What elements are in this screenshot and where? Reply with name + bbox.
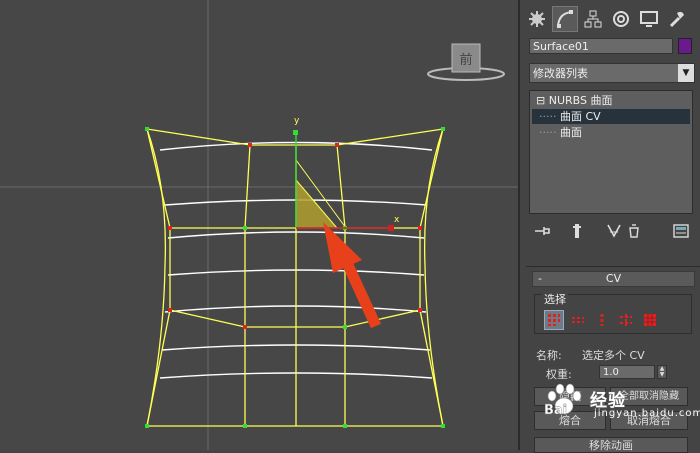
paw-logo-icon: Bai — [544, 383, 582, 418]
row-uv-icon — [620, 314, 632, 326]
hierarchy-icon — [584, 10, 602, 28]
baidu-jingyan-watermark: Bai 经验 jingyan.baidu.com — [540, 380, 700, 420]
weight-spinner[interactable]: ▲ ▼ — [657, 365, 667, 379]
collapse-rollout-icon[interactable]: - — [538, 272, 542, 286]
remove-modifier-icon[interactable] — [625, 222, 643, 240]
stack-item-surface[interactable]: ····· 曲面 — [532, 125, 690, 140]
modify-tab[interactable] — [552, 6, 578, 32]
select-all-cvs-button[interactable] — [640, 310, 660, 330]
modify-icon — [557, 10, 573, 28]
modifier-list-dropdown[interactable]: 修改器列表 ▼ — [529, 63, 695, 83]
utilities-icon — [669, 11, 684, 28]
create-icon — [529, 11, 545, 27]
utilities-tab[interactable] — [664, 6, 690, 32]
select-row-v-button[interactable] — [592, 310, 612, 330]
pin-stack-icon[interactable] — [533, 222, 551, 240]
viewport-canvas[interactable]: 前 y x — [0, 0, 518, 450]
row-u-icon — [572, 317, 584, 323]
object-name-field[interactable]: Surface01 — [529, 38, 673, 54]
create-tab[interactable] — [524, 6, 550, 32]
cv-rollout: - CV 选择 名称: 选定多个 CV 权重: 1.0 ▲ ▼ 隐藏 全部取消隐藏… — [526, 266, 700, 453]
rollout-header[interactable]: - CV — [532, 271, 695, 287]
motion-icon — [613, 11, 629, 27]
motion-tab[interactable] — [608, 6, 634, 32]
watermark-url: jingyan.baidu.com — [594, 408, 700, 419]
select-row-uv-button[interactable] — [616, 310, 636, 330]
single-cv-icon — [548, 314, 560, 326]
axis-y-label: y — [294, 116, 300, 126]
select-row-u-button[interactable] — [568, 310, 588, 330]
make-unique-icon[interactable] — [605, 222, 623, 240]
collapse-icon[interactable]: ⊟ — [536, 94, 545, 107]
viewcube[interactable]: 前 — [427, 43, 505, 81]
weight-field[interactable]: 1.0 — [599, 365, 655, 379]
display-tab[interactable] — [636, 6, 662, 32]
name-value: 选定多个 CV — [582, 349, 645, 362]
stack-item-surface-cv[interactable]: ····· 曲面 CV — [532, 109, 690, 124]
row-v-icon — [600, 314, 604, 326]
watermark-brand: Bai — [544, 403, 567, 418]
stack-toolbar — [529, 222, 695, 242]
display-icon — [640, 11, 658, 27]
hierarchy-tab[interactable] — [580, 6, 606, 32]
modifier-list-label: 修改器列表 — [533, 67, 588, 80]
remove-animation-button[interactable]: 移除动画 — [534, 437, 688, 453]
chevron-down-icon[interactable]: ▼ — [678, 64, 694, 82]
rollout-title: CV — [605, 272, 622, 285]
viewcube-label: 前 — [459, 52, 472, 68]
axis-x-label: x — [394, 215, 400, 225]
modifier-stack[interactable]: ⊟ NURBS 曲面 ····· 曲面 CV ····· 曲面 — [529, 90, 693, 214]
cv-lattice — [146, 128, 444, 427]
configure-sets-icon[interactable] — [671, 222, 691, 240]
name-label: 名称: — [536, 349, 562, 362]
selection-group-label: 选择 — [542, 291, 568, 307]
object-color-swatch[interactable] — [678, 38, 692, 54]
cv-points — [145, 127, 445, 428]
select-single-cv-button[interactable] — [544, 310, 564, 330]
show-end-result-icon[interactable] — [569, 222, 585, 240]
annotation-arrow-icon — [323, 222, 381, 329]
stack-item-nurbs-surface[interactable]: ⊟ NURBS 曲面 — [536, 93, 690, 108]
all-cvs-icon — [644, 314, 656, 326]
front-viewport[interactable]: 前 y x — [0, 0, 518, 450]
